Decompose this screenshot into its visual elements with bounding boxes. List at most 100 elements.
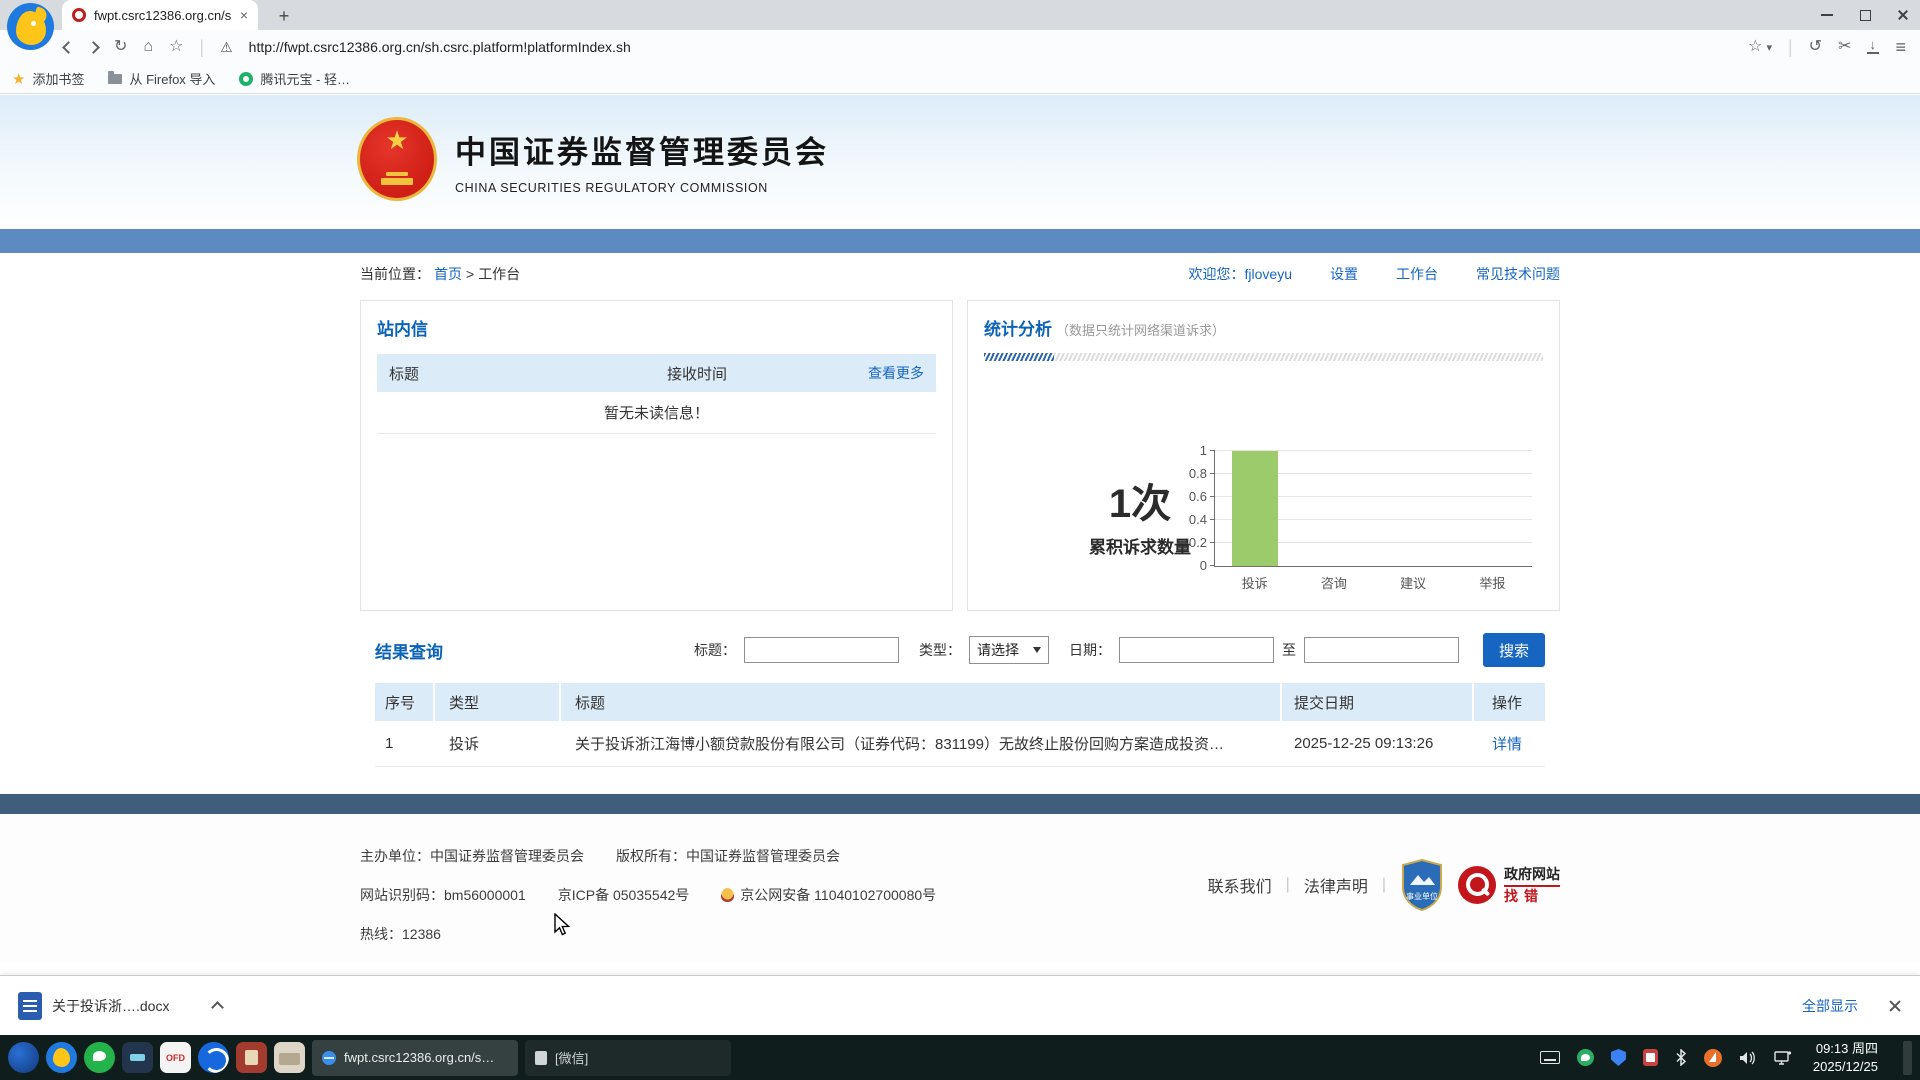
title-search-input[interactable] — [744, 637, 899, 663]
close-window-button[interactable] — [1896, 8, 1910, 22]
welcome-user-link[interactable]: 欢迎您：fjloveyu — [1189, 264, 1292, 284]
tab-close-icon[interactable]: × — [240, 8, 248, 22]
hatched-divider — [984, 353, 1543, 361]
view-more-link[interactable]: 查看更多 — [868, 363, 936, 383]
bluetooth-icon[interactable] — [1675, 1049, 1687, 1066]
chevron-up-icon[interactable] — [212, 1001, 225, 1014]
footer-info: 主办单位：中国证券监督管理委员会 版权所有：中国证券监督管理委员会 网站识别码：… — [360, 846, 936, 963]
gov-error-bottom: 找错 — [1504, 885, 1560, 904]
home-icon[interactable]: ⌂ — [143, 39, 153, 55]
show-all-downloads-link[interactable]: 全部显示 — [1802, 996, 1858, 1016]
taskbar: OFD fwpt.csrc12386.org.cn/s… [微信] — [0, 1035, 1920, 1080]
word-doc-icon — [18, 992, 42, 1020]
footer-copyright: 版权所有：中国证券监督管理委员会 — [616, 846, 840, 866]
bookmark-yuanbao[interactable]: 腾讯元宝 - 轻… — [239, 69, 350, 88]
yuanbao-icon — [239, 72, 253, 86]
volume-icon[interactable] — [1739, 1050, 1757, 1066]
inbox-col-title: 标题 — [377, 363, 667, 384]
appstore-icon[interactable] — [1704, 1049, 1722, 1067]
ofd-label: OFD — [166, 1053, 185, 1063]
chart-ytick-label: 0.6 — [1163, 489, 1207, 505]
cell-type: 投诉 — [435, 733, 561, 754]
col-type: 类型 — [435, 683, 561, 721]
favorite-star-icon[interactable]: ☆ — [1748, 39, 1762, 55]
inbox-title: 站内信 — [377, 315, 936, 340]
contact-link[interactable]: 联系我们 — [1208, 873, 1272, 897]
settings-link[interactable]: 设置 — [1330, 264, 1358, 284]
breadcrumb: 当前位置： 首页 > 工作台 — [360, 264, 520, 284]
col-title: 标题 — [561, 683, 1282, 721]
launcher-red-app-icon[interactable] — [236, 1042, 267, 1073]
shield-tray-icon[interactable] — [1611, 1049, 1626, 1066]
insecure-warning-icon[interactable]: ⚠ — [220, 39, 233, 56]
launcher-chat-icon[interactable] — [84, 1042, 115, 1073]
breadcrumb-home-link[interactable]: 首页 — [434, 264, 462, 284]
show-desktop-button[interactable] — [1903, 1041, 1912, 1075]
close-download-bar-icon[interactable] — [1888, 999, 1902, 1013]
scissors-icon[interactable]: ✂ — [1838, 39, 1851, 55]
bookmarks-bar: ★ 添加书签 从 Firefox 导入 腾讯元宝 - 轻… — [0, 64, 1920, 94]
clock-date: 2025/12/25 — [1813, 1058, 1878, 1076]
reload-icon[interactable]: ↻ — [114, 39, 127, 55]
launcher-browser-icon[interactable] — [46, 1042, 77, 1073]
undo-icon[interactable]: ↺ — [1809, 39, 1822, 55]
url-bar[interactable]: http://fwpt.csrc12386.org.cn/sh.csrc.pla… — [249, 39, 1732, 55]
favorite-group: ☆ ▾ — [1748, 39, 1772, 55]
site-title-block: 中国证券监督管理委员会 CHINA SECURITIES REGULATORY … — [455, 127, 829, 195]
chart-bar — [1232, 451, 1278, 566]
minimize-button[interactable] — [1820, 8, 1834, 22]
forward-icon[interactable] — [87, 41, 100, 54]
gov-site-error-badge[interactable]: 政府网站 找错 — [1458, 866, 1560, 904]
browser-logo-eye-icon — [31, 21, 36, 26]
taskbar-window-browser[interactable]: fwpt.csrc12386.org.cn/s… — [312, 1040, 518, 1076]
wechat-tray-icon[interactable] — [1577, 1049, 1594, 1066]
inbox-panel: 站内信 标题 接收时间 查看更多 暂无未读信息！ — [360, 300, 953, 611]
menu-icon[interactable]: ≡ — [1895, 38, 1906, 56]
download-bar: 关于投诉浙….docx 全部显示 — [0, 975, 1920, 1035]
launcher-system-icon[interactable] — [8, 1042, 39, 1073]
footer: 主办单位：中国证券监督管理委员会 版权所有：中国证券监督管理委员会 网站识别码：… — [0, 814, 1920, 963]
inbox-empty-message: 暂无未读信息！ — [377, 392, 936, 434]
taskbar-window-wechat[interactable]: [微信] — [525, 1040, 731, 1076]
chevron-down-icon[interactable]: ▾ — [1766, 41, 1772, 54]
download-icon[interactable] — [1867, 41, 1879, 54]
public-institution-badge[interactable]: 事业单位 — [1400, 859, 1444, 911]
faq-link[interactable]: 常见技术问题 — [1476, 264, 1560, 284]
bookmark-add[interactable]: ★ 添加书签 — [12, 69, 84, 88]
red-app-tray-icon[interactable] — [1643, 1049, 1658, 1066]
detail-link[interactable]: 详情 — [1492, 736, 1522, 753]
browser-tab[interactable]: fwpt.csrc12386.org.cn/sh… × — [62, 0, 258, 30]
chart-category-label: 投诉 — [1215, 573, 1294, 592]
stats-title-row: 统计分析（数据只统计网络渠道诉求） — [984, 315, 1543, 340]
cell-date: 2025-12-25 09:13:26 — [1282, 735, 1474, 752]
bookmark-label: 从 Firefox 导入 — [129, 69, 215, 88]
download-bar-right: 全部显示 — [1802, 996, 1902, 1016]
footer-police: 京公网安备 11040102700080号 — [740, 885, 936, 905]
taskbar-clock[interactable]: 09:13 周四 2025/12/25 — [1813, 1040, 1878, 1075]
download-item[interactable]: 关于投诉浙….docx — [18, 992, 222, 1020]
launcher-ofd-icon[interactable]: OFD — [160, 1042, 191, 1073]
back-icon[interactable] — [62, 41, 75, 54]
chart-area: 1次 累积诉求数量 00.20.40.60.81投诉咨询建议举报 — [984, 429, 1543, 649]
stats-title: 统计分析 — [984, 320, 1052, 339]
keyboard-icon[interactable] — [1540, 1051, 1560, 1064]
launcher-web-icon[interactable] — [198, 1042, 229, 1073]
launcher-files-icon[interactable] — [274, 1042, 305, 1073]
toolbar-divider: | — [199, 37, 204, 58]
legal-link[interactable]: 法律声明 — [1304, 873, 1368, 897]
emblem-gate — [386, 172, 408, 176]
launcher-terminal-icon[interactable] — [122, 1042, 153, 1073]
new-tab-button[interactable]: + — [272, 4, 296, 28]
chart-category-label: 建议 — [1374, 573, 1453, 592]
col-seq: 序号 — [375, 683, 435, 721]
bookmark-import[interactable]: 从 Firefox 导入 — [108, 69, 215, 88]
browser-logo[interactable] — [7, 3, 54, 50]
window-title: fwpt.csrc12386.org.cn/s… — [344, 1050, 494, 1065]
chart-column: 咨询 — [1294, 451, 1373, 566]
maximize-button[interactable] — [1858, 8, 1872, 22]
display-network-icon[interactable] — [1774, 1050, 1792, 1066]
bookmark-star-icon[interactable]: ☆ — [169, 39, 183, 55]
workbench-link[interactable]: 工作台 — [1396, 264, 1438, 284]
chart-column: 举报 — [1453, 451, 1532, 566]
bookmark-label: 腾讯元宝 - 轻… — [260, 69, 350, 88]
